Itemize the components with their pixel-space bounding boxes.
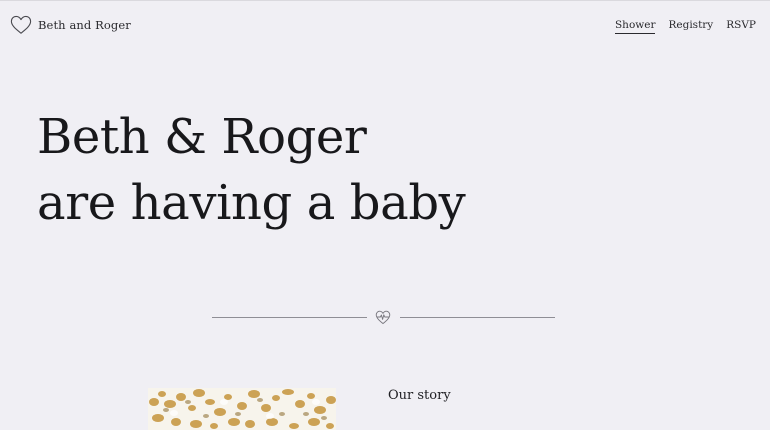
main-nav: Shower Registry RSVP [614,14,756,36]
brand-link[interactable]: Beth and Roger [10,14,131,36]
heartbeat-heart-icon [375,310,391,325]
site-header: Beth and Roger Shower Registry RSVP [0,0,770,50]
nav-item-shower[interactable]: Shower [614,17,656,34]
nav-item-registry[interactable]: Registry [668,17,713,33]
brand-name: Beth and Roger [38,18,131,32]
story-heading: Our story [388,388,451,403]
hero-title-line-1: Beth & Roger [37,109,367,165]
nav-item-rsvp[interactable]: RSVP [726,17,756,33]
hero: Beth & Roger are having a baby [37,104,737,236]
divider-rule-right [400,317,555,318]
hero-title-line-2: are having a baby [37,175,466,231]
page: Beth and Roger Shower Registry RSVP Beth… [0,0,770,430]
story-photo [148,388,336,430]
section-divider [212,309,555,327]
divider-rule-left [212,317,367,318]
heart-outline-icon [10,15,32,35]
